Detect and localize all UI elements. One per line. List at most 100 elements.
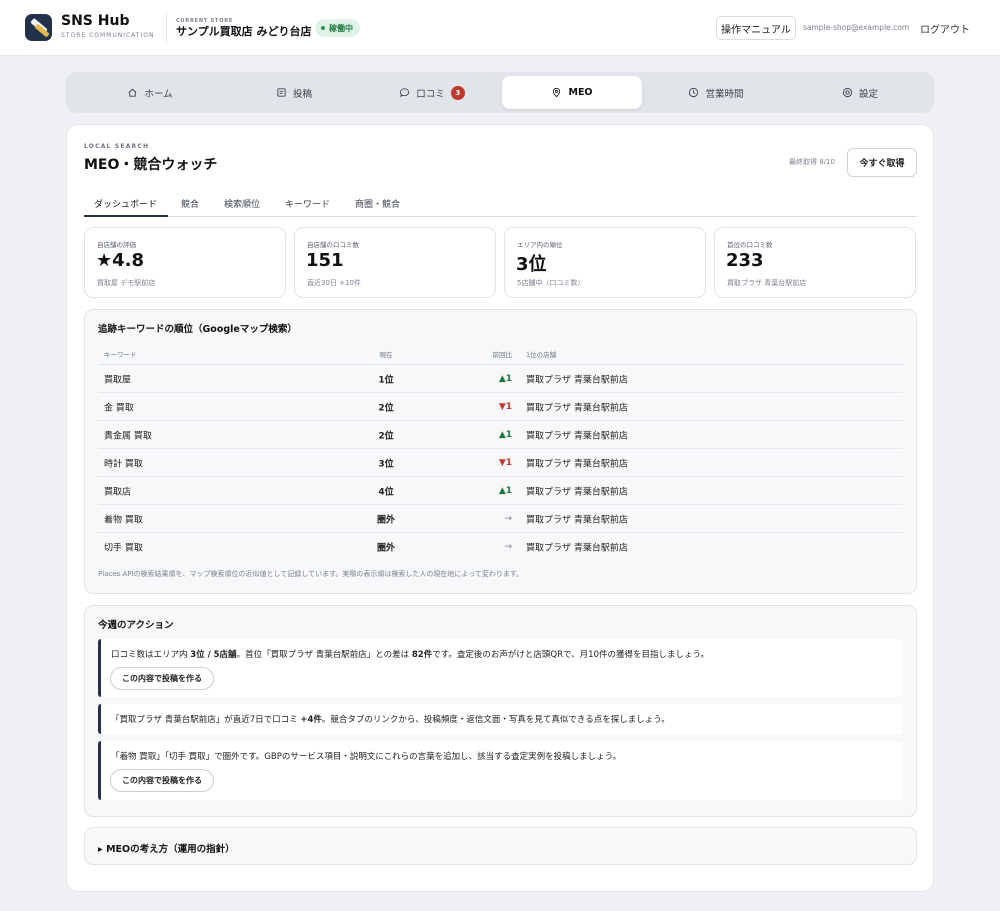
tab-home[interactable]: ホーム — [80, 76, 220, 109]
header-divider — [166, 14, 167, 42]
tab-hours-label: 営業時間 — [705, 88, 744, 100]
tab-hours[interactable]: 営業時間 — [646, 76, 786, 109]
last-fetch-label: 最終取得 8/10 — [789, 158, 835, 166]
row-top-store: 買取プラザ 青葉台駅前店 — [526, 459, 628, 469]
table-row: 買取店 4位 ▲1 買取プラザ 青葉台駅前店 — [98, 477, 903, 505]
row-diff: ▼1 — [498, 457, 512, 468]
stat-card-area-rank: エリア内の順位 3位 5店舗中（口コミ数） — [504, 227, 706, 298]
row-keyword: 切手 買取 — [104, 543, 143, 554]
app-logo-icon — [25, 14, 52, 41]
row-diff: ▲1 — [498, 429, 512, 440]
subtab-trade-area[interactable]: 商圏・競合 — [355, 197, 400, 210]
actions-panel-title: 今週のアクション — [98, 620, 174, 631]
keyword-panel-title: 追跡キーワードの順位（Googleマップ検索） — [98, 324, 297, 335]
keyword-rank-panel: 追跡キーワードの順位（Googleマップ検索） キーワード 現在 前回比 1位の… — [84, 309, 917, 594]
row-keyword: 買取店 — [104, 487, 132, 497]
clock-icon — [689, 87, 699, 98]
row-top-store: 買取プラザ 青葉台駅前店 — [526, 403, 628, 413]
settings-icon — [842, 87, 853, 98]
action-item: 「買取プラザ 青葉台駅前店」が直近7日で口コミ +4件。競合タブのリンクから、投… — [98, 704, 903, 734]
row-diff: → — [504, 513, 512, 524]
subtab-dashboard[interactable]: ダッシュボード — [94, 197, 157, 210]
store-name: サンプル買取店 みどり台店 — [176, 25, 312, 38]
tab-reviews[interactable]: 口コミ 3 — [362, 76, 502, 109]
logout-link[interactable]: ログアウト — [920, 21, 970, 36]
chat-icon — [400, 88, 410, 98]
reviews-count-badge: 3 — [450, 85, 465, 100]
fetch-now-button[interactable]: 今すぐ取得 — [847, 148, 917, 177]
row-top-store: 買取プラザ 青葉台駅前店 — [526, 487, 628, 497]
stat-label: 自店舗の評価 — [97, 241, 136, 249]
stat-sub: 買取プラザ 青葉台駅前店 — [727, 279, 807, 287]
subtab-competitors[interactable]: 競合 — [181, 197, 199, 210]
row-rank: 4位 — [378, 487, 394, 497]
action-item: 口コミ数はエリア内 3位 / 5店舗。首位「買取プラザ 青葉台駅前店」との差は … — [98, 639, 903, 697]
edit-icon — [277, 88, 286, 97]
page-title: MEO・競合ウォッチ — [84, 157, 218, 173]
meo-card: LOCAL SEARCH MEO・競合ウォッチ 最終取得 8/10 今すぐ取得 … — [66, 124, 934, 892]
row-diff: → — [504, 542, 512, 552]
tab-meo[interactable]: MEO — [502, 76, 642, 109]
table-row: 着物 買取 圏外 → 買取プラザ 青葉台駅前店 — [98, 505, 903, 533]
tab-reviews-label: 口コミ — [416, 88, 445, 100]
col-top-store: 1位の店舗 — [526, 350, 557, 359]
row-keyword: 貴金属 買取 — [104, 431, 152, 441]
stat-value: 3位 — [516, 254, 547, 275]
stat-label: エリア内の順位 — [517, 241, 563, 249]
create-post-button[interactable]: この内容で投稿を作る — [110, 667, 214, 690]
row-diff: ▲1 — [498, 373, 512, 384]
table-row: 切手 買取 圏外 → 買取プラザ 青葉台駅前店 — [98, 533, 903, 561]
row-keyword: 買取屋 — [104, 375, 132, 385]
tab-meo-label: MEO — [568, 87, 593, 98]
table-row: 貴金属 買取 2位 ▲1 買取プラザ 青葉台駅前店 — [98, 421, 903, 449]
active-subtab-indicator — [84, 215, 168, 217]
tab-posts[interactable]: 投稿 — [224, 76, 364, 109]
row-rank: 圏外 — [376, 543, 395, 554]
action-text: 口コミ数はエリア内 3位 / 5店舗。首位「買取プラザ 青葉台駅前店」との差は … — [111, 650, 709, 660]
create-post-button[interactable]: この内容で投稿を作る — [110, 769, 214, 792]
row-diff: ▼1 — [498, 401, 512, 412]
table-row: 時計 買取 3位 ▼1 買取プラザ 青葉台駅前店 — [98, 449, 903, 477]
col-keyword: キーワード — [104, 350, 137, 359]
manual-button[interactable]: 操作マニュアル — [716, 16, 796, 40]
stat-value: ★4.8 — [96, 250, 145, 271]
stat-value: 151 — [306, 250, 344, 271]
subtab-search-rank[interactable]: 検索順位 — [224, 197, 260, 210]
tab-settings[interactable]: 設定 — [790, 76, 930, 109]
col-diff: 前回比 — [492, 350, 513, 359]
row-top-store: 買取プラザ 青葉台駅前店 — [526, 375, 628, 385]
row-rank: 2位 — [378, 431, 394, 441]
subtab-keywords[interactable]: キーワード — [285, 197, 330, 210]
table-row: 買取屋 1位 ▲1 買取プラザ 青葉台駅前店 — [98, 365, 903, 393]
stat-sub: 5店舗中（口コミ数） — [517, 279, 585, 287]
tab-posts-label: 投稿 — [292, 88, 312, 100]
keyword-table: キーワード 現在 前回比 1位の店舗 買取屋 1位 ▲1 買取プラザ 青葉台駅前… — [98, 343, 903, 561]
row-top-store: 買取プラザ 青葉台駅前店 — [526, 431, 628, 441]
brand-name: SNS Hub — [61, 13, 130, 29]
tab-home-label: ホーム — [144, 88, 173, 100]
row-rank: 1位 — [378, 375, 394, 385]
section-eyebrow: LOCAL SEARCH — [84, 143, 150, 150]
action-text: 「着物 買取」「切手 買取」で圏外です。GBPのサービス項目・説明文にこれらの言… — [111, 752, 622, 762]
meo-guide-disclosure[interactable]: ▸ MEOの考え方（運用の指針） — [84, 827, 917, 865]
table-row: 金 買取 2位 ▼1 買取プラザ 青葉台駅前店 — [98, 393, 903, 421]
stat-sub: 買取屋 デモ駅前店 — [97, 279, 156, 287]
col-current: 現在 — [379, 350, 393, 359]
app-header: SNS Hub STORE COMMUNICATION CURRENT STOR… — [0, 0, 1000, 56]
home-icon — [128, 88, 137, 97]
stat-card-review-count: 自店舗の口コミ数 151 直近30日 +10件 — [294, 227, 496, 298]
account-email: sample-shop@example.com — [803, 23, 910, 32]
stat-label: 自店舗の口コミ数 — [307, 241, 359, 249]
row-keyword: 時計 買取 — [104, 459, 143, 469]
main-nav: ホーム 投稿 口コミ 3 MEO 営業時間 設定 — [66, 72, 934, 113]
stat-card-rating: 自店舗の評価 ★4.8 買取屋 デモ駅前店 — [84, 227, 286, 298]
action-text: 「買取プラザ 青葉台駅前店」が直近7日で口コミ +4件。競合タブのリンクから、投… — [111, 715, 670, 725]
row-top-store: 買取プラザ 青葉台駅前店 — [526, 515, 628, 525]
stat-sub: 直近30日 +10件 — [307, 279, 361, 287]
subtab-bar: ダッシュボード 競合 検索順位 キーワード 商圏・競合 — [84, 193, 917, 217]
status-dot-icon — [321, 26, 325, 30]
row-top-store: 買取プラザ 青葉台駅前店 — [526, 543, 628, 554]
status-badge: 稼働中 — [315, 19, 360, 37]
table-header: キーワード 現在 前回比 1位の店舗 — [98, 343, 903, 365]
stat-value: 233 — [726, 250, 764, 271]
